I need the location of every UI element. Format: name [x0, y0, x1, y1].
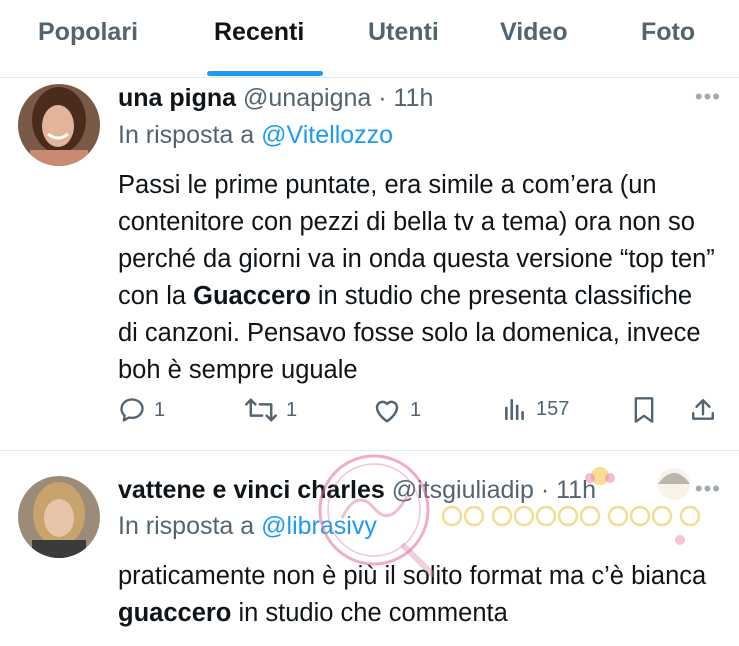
display-name[interactable]: una pigna [118, 84, 236, 112]
like-button[interactable]: 1 [372, 396, 421, 424]
tweet-text-part: in studio che commenta [231, 599, 508, 627]
avatar[interactable] [18, 84, 100, 166]
tab-recenti[interactable]: Recenti [214, 18, 304, 47]
share-button[interactable] [690, 396, 716, 424]
reply-context: In risposta a @librasivy [118, 512, 377, 541]
like-count: 1 [410, 398, 422, 421]
avatar[interactable] [18, 476, 100, 558]
tweet-text: praticamente non è più il solito format … [118, 558, 718, 632]
tweet-header: una pigna @unapigna · 11h [118, 84, 433, 113]
user-handle[interactable]: @unapigna [243, 84, 371, 112]
reply-icon [120, 398, 144, 422]
reply-mention-link[interactable]: @librasivy [261, 512, 377, 540]
tab-utenti[interactable]: Utenti [368, 18, 439, 47]
views-icon [505, 399, 524, 421]
reply-context: In risposta a @Vitellozzo [118, 121, 393, 150]
tweet-actions: 1 1 1 157 [118, 396, 718, 430]
reply-mention-link[interactable]: @Vitellozzo [261, 121, 393, 149]
views-count: 157 [536, 397, 570, 420]
tweet-text-highlight: Guaccero [193, 282, 311, 310]
more-icon[interactable]: ••• [695, 84, 721, 110]
reply-count: 1 [154, 398, 166, 421]
bookmark-icon [634, 397, 654, 423]
tweet-card[interactable]: una pigna @unapigna · 11h ••• In rispost… [0, 78, 739, 451]
active-tab-indicator [207, 71, 323, 76]
like-icon [375, 400, 399, 423]
retweet-icon [245, 398, 277, 422]
views-button[interactable]: 157 [502, 396, 569, 422]
tweet-text-part: praticamente non è più il solito format … [118, 562, 707, 590]
tweet-time: · 11h [540, 476, 596, 504]
more-icon[interactable]: ••• [695, 476, 721, 502]
reply-button[interactable]: 1 [118, 396, 165, 424]
tweet-text: Passi le prime puntate, era simile a com… [118, 167, 718, 389]
reply-prefix: In risposta a [118, 512, 255, 540]
reply-prefix: In risposta a [118, 121, 255, 149]
tweet-header: vattene e vinci charles @itsgiuliadip · … [118, 476, 596, 505]
display-name[interactable]: vattene e vinci charles [118, 476, 385, 504]
tweet-card[interactable]: vattene e vinci charles @itsgiuliadip · … [0, 452, 739, 646]
tweet-time: · 11h [378, 84, 434, 112]
user-handle[interactable]: @itsgiuliadip [392, 476, 534, 504]
share-icon [692, 399, 714, 420]
tab-foto[interactable]: Foto [641, 18, 695, 47]
tweet-text-highlight: guaccero [118, 599, 232, 627]
search-tabs: Popolari Recenti Utenti Video Foto [0, 0, 739, 78]
tab-video[interactable]: Video [500, 18, 568, 47]
retweet-button[interactable]: 1 [244, 396, 297, 424]
bookmark-button[interactable] [632, 396, 656, 424]
tab-popolari[interactable]: Popolari [38, 18, 138, 47]
retweet-count: 1 [286, 398, 298, 421]
